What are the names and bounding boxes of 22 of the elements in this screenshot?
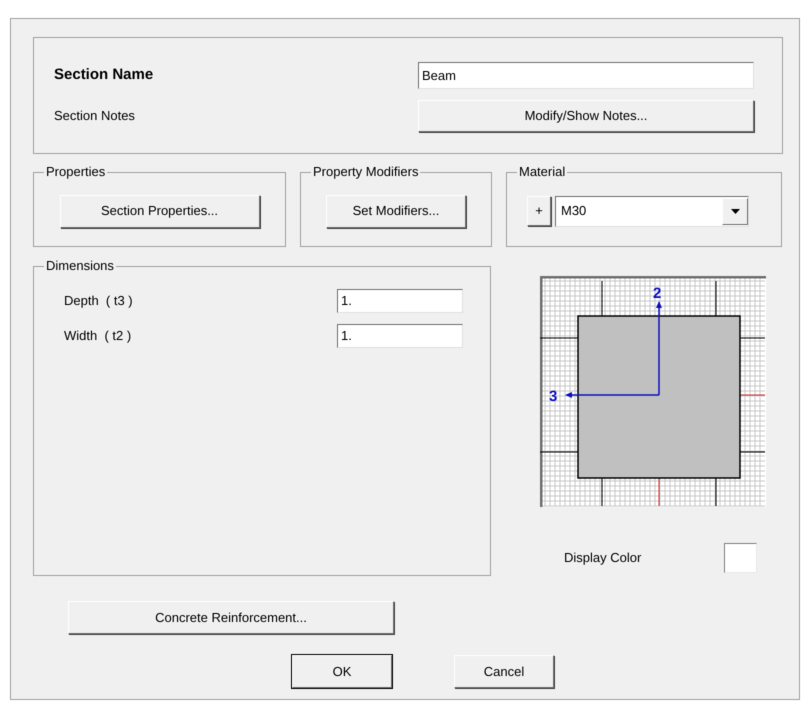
section-notes-label: Section Notes — [54, 107, 135, 126]
dimension-label: Depth ( t3 ) — [64, 292, 133, 310]
group-title: Properties — [44, 164, 108, 180]
section-name-field[interactable]: Beam — [418, 62, 754, 89]
set-modifiers-button[interactable]: Set Modifiers... — [326, 194, 466, 228]
axis-arrows-icon — [565, 301, 662, 398]
modify-notes-button[interactable]: Modify/Show Notes... — [418, 100, 754, 132]
dimension-label: Width ( t2 ) — [64, 327, 132, 346]
axis-label: 2 — [653, 285, 662, 302]
material-dropdown[interactable]: M30 — [555, 196, 749, 226]
dimension-field[interactable]: 1. — [337, 289, 463, 313]
display-color-label: Display Color — [564, 549, 642, 568]
dimension-field[interactable]: 1. — [337, 324, 463, 348]
add-material-button[interactable]: + — [527, 196, 551, 226]
section-properties-button[interactable]: Section Properties... — [60, 194, 260, 228]
ok-button[interactable]: OK — [292, 655, 392, 688]
section-name-label: Section Name — [54, 65, 154, 86]
axis-label: 3 — [549, 388, 558, 405]
cancel-button[interactable]: Cancel — [454, 655, 554, 688]
concrete-reinforcement-button[interactable]: Concrete Reinforcement... — [68, 601, 394, 634]
group-title: Property Modifiers — [311, 164, 420, 180]
color-swatch[interactable] — [724, 543, 757, 573]
